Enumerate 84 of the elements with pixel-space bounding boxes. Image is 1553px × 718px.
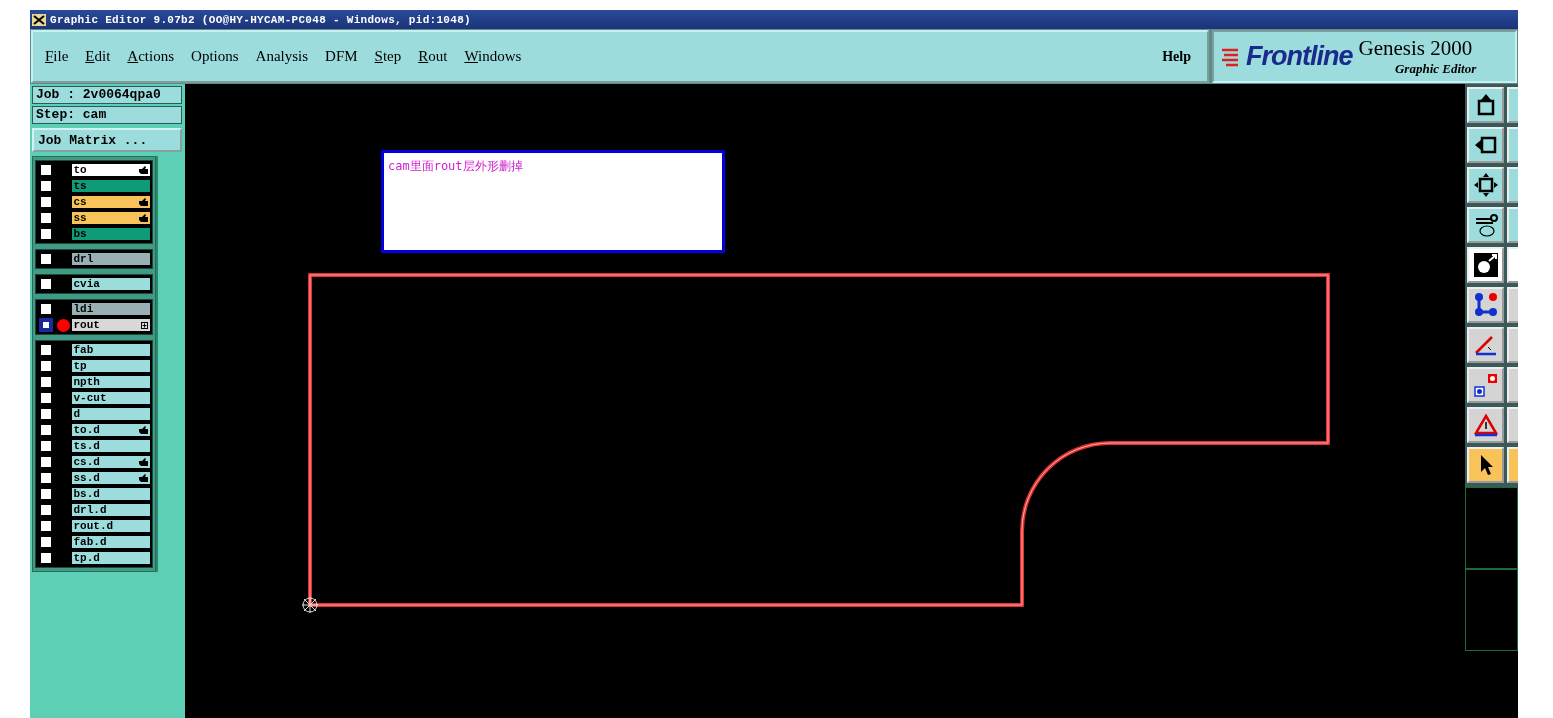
tool-button[interactable] xyxy=(1467,167,1504,203)
active-layer-dot xyxy=(56,318,70,332)
layer-name[interactable]: to.d xyxy=(70,423,151,437)
brand-logo: Frontline xyxy=(1246,41,1353,72)
layer-checkbox[interactable] xyxy=(39,302,53,316)
menu-item[interactable]: Step xyxy=(374,48,402,65)
product-name: Genesis 2000 xyxy=(1358,36,1473,61)
layer-checkbox[interactable] xyxy=(39,318,53,332)
tool-button[interactable] xyxy=(1467,207,1504,243)
menu-item[interactable]: Options xyxy=(191,48,239,65)
menu-item[interactable]: Windows xyxy=(464,48,522,65)
layer-checkbox[interactable] xyxy=(39,195,53,209)
layer-checkbox[interactable] xyxy=(39,359,53,373)
layer-checkbox[interactable] xyxy=(39,503,53,517)
layer-name[interactable]: cs xyxy=(70,195,151,209)
job-label: Job : 2v0064qpa0 xyxy=(32,86,182,104)
layer-name[interactable]: tp.d xyxy=(70,551,151,565)
step-label: Step: cam xyxy=(32,106,182,124)
expand-layer-icon xyxy=(141,321,148,329)
layer-checkbox[interactable] xyxy=(39,551,53,565)
layer-name[interactable]: ldi xyxy=(70,302,151,316)
layer-checkbox[interactable] xyxy=(39,343,53,357)
menu-item[interactable]: Edit xyxy=(85,48,111,65)
menu-item[interactable]: Analysis xyxy=(255,48,309,65)
layer-name[interactable]: ss.d xyxy=(70,471,151,485)
origin-marker xyxy=(301,596,319,614)
layer-name[interactable]: drl xyxy=(70,252,151,266)
tool-button[interactable] xyxy=(1467,287,1504,323)
layer-name[interactable]: bs.d xyxy=(70,487,151,501)
layer-name[interactable]: d xyxy=(70,407,151,421)
note-text: cam里面rout层外形删掉 xyxy=(388,159,523,173)
layer-name[interactable]: cs.d xyxy=(70,455,151,469)
menu-item[interactable]: Rout xyxy=(418,48,448,65)
help-menu[interactable]: Help xyxy=(1162,48,1191,65)
layer-name[interactable]: drl.d xyxy=(70,503,151,517)
layer-checkbox[interactable] xyxy=(39,163,53,177)
layer-name[interactable]: ts xyxy=(70,179,151,193)
layer-checkbox[interactable] xyxy=(39,391,53,405)
job-matrix-button[interactable]: Job Matrix ... xyxy=(32,128,182,152)
tool-button[interactable] xyxy=(1467,447,1504,483)
tool-button[interactable] xyxy=(1467,247,1504,283)
app-icon xyxy=(32,13,46,26)
layer-name[interactable]: v-cut xyxy=(70,391,151,405)
layer-name[interactable]: rout xyxy=(70,318,151,332)
layer-checkbox[interactable] xyxy=(39,252,53,266)
layer-name[interactable]: cvia xyxy=(70,277,151,291)
layer-name[interactable]: tp xyxy=(70,359,151,373)
layer-checkbox[interactable] xyxy=(39,535,53,549)
tool-button[interactable] xyxy=(1467,87,1504,123)
pad-icon xyxy=(1472,252,1499,278)
layer-checkbox[interactable] xyxy=(39,211,53,225)
layer-checkbox[interactable] xyxy=(39,487,53,501)
layer-name[interactable]: ts.d xyxy=(70,439,151,453)
tool-button[interactable] xyxy=(1467,127,1504,163)
layer-checkbox[interactable] xyxy=(39,423,53,437)
layer-checkbox[interactable] xyxy=(39,277,53,291)
menu-item[interactable]: DFM xyxy=(325,48,358,65)
menu-item[interactable]: Actions xyxy=(127,48,175,65)
tool-button[interactable] xyxy=(1467,327,1504,363)
window-title: Graphic Editor 9.07b2 (OO@HY-HYCAM-PC048 - Windows, pid:1048) xyxy=(50,13,471,26)
speed-lines-icon xyxy=(1220,46,1240,67)
layer-checkbox[interactable] xyxy=(39,179,53,193)
layer-name[interactable]: fab.d xyxy=(70,535,151,549)
graphic-canvas[interactable]: cam里面rout层外形删掉 xyxy=(185,84,1465,718)
layer-checkbox[interactable] xyxy=(39,471,53,485)
layer-checkbox[interactable] xyxy=(39,375,53,389)
layer-name[interactable]: to xyxy=(70,163,151,177)
triangle-icon xyxy=(1472,412,1499,438)
snap-icon xyxy=(1472,372,1499,398)
layer-name[interactable]: ss xyxy=(70,211,151,225)
layer-checkbox[interactable] xyxy=(39,455,53,469)
layer-checkbox[interactable] xyxy=(39,439,53,453)
tool-button[interactable] xyxy=(1467,407,1504,443)
layer-name[interactable]: bs xyxy=(70,227,151,241)
expand-icon xyxy=(1472,172,1499,198)
layer-name[interactable]: fab xyxy=(70,343,151,357)
layer-name[interactable]: rout.d xyxy=(70,519,151,533)
layer-checkbox[interactable] xyxy=(39,227,53,241)
nodes-icon xyxy=(1472,292,1499,318)
layer-name[interactable]: npth xyxy=(70,375,151,389)
product-subtitle: Graphic Editor xyxy=(1395,61,1477,77)
layer-checkbox[interactable] xyxy=(39,407,53,421)
layer-checkbox[interactable] xyxy=(39,519,53,533)
menu-item[interactable]: File xyxy=(45,48,69,65)
